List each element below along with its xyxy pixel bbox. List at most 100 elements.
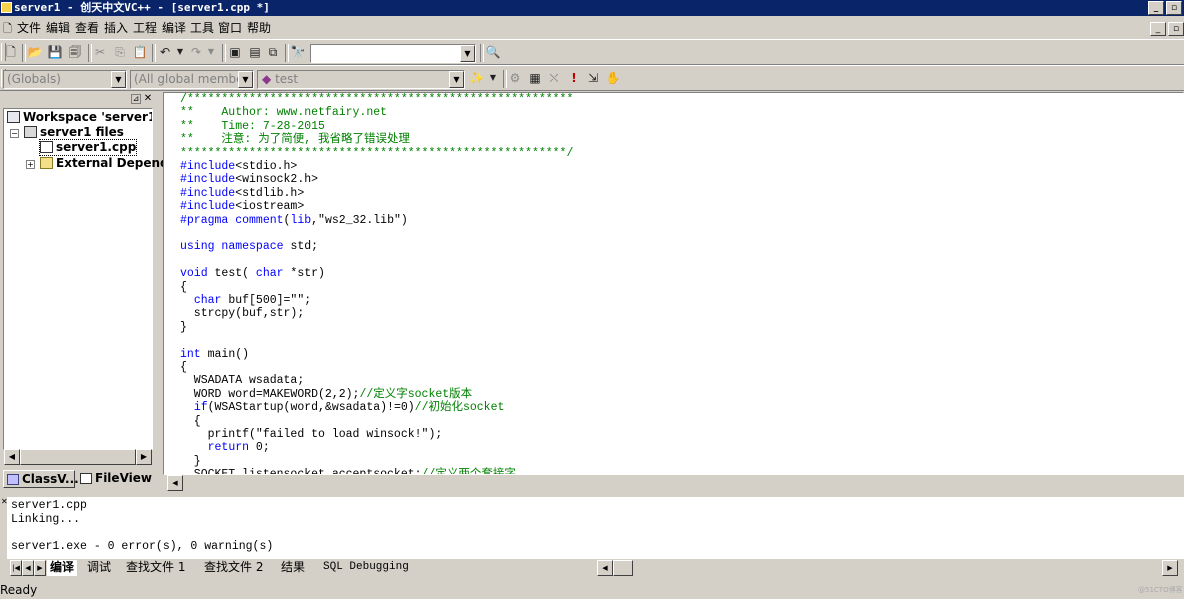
maximize-button[interactable]: ▫ bbox=[1166, 1, 1182, 15]
wizard-action-icon[interactable]: ✨ bbox=[469, 70, 485, 86]
menu-window[interactable]: 窗口 bbox=[218, 21, 242, 36]
code-line[interactable]: strcpy(buf,str); bbox=[180, 307, 304, 320]
code-line[interactable]: return 0; bbox=[180, 441, 270, 454]
save-icon[interactable]: 💾 bbox=[47, 44, 63, 60]
chevron-down-icon[interactable]: ▼ bbox=[449, 71, 464, 88]
editor-hscrollbar[interactable]: ◀ bbox=[163, 475, 1184, 491]
menu-edit[interactable]: 编辑 bbox=[46, 21, 70, 36]
code-line[interactable]: /***************************************… bbox=[180, 93, 573, 106]
scroll-left-icon[interactable]: ◀ bbox=[167, 475, 183, 491]
code-line[interactable]: #include<winsock2.h> bbox=[180, 173, 318, 186]
filter-combo[interactable]: (All global members ▼ bbox=[130, 70, 254, 89]
code-line[interactable]: #include<stdio.h> bbox=[180, 160, 297, 173]
redo-icon[interactable]: ↷ bbox=[188, 44, 204, 60]
scroll-right-icon[interactable]: ▶ bbox=[136, 449, 152, 465]
code-line[interactable]: void test( char *str) bbox=[180, 267, 325, 280]
panel-dock-icon[interactable]: ⊿ bbox=[131, 94, 141, 104]
code-line[interactable]: char buf[500]=""; bbox=[180, 294, 311, 307]
tab-sql-debugging[interactable]: SQL Debugging bbox=[323, 560, 409, 576]
close-icon[interactable]: ✕ bbox=[143, 94, 153, 104]
chevron-down-icon[interactable]: ▼ bbox=[111, 71, 126, 88]
tab-first-icon[interactable]: |◀ bbox=[10, 560, 22, 576]
class-combo[interactable]: (Globals) ▼ bbox=[3, 70, 127, 89]
window-list-icon[interactable]: ⧉ bbox=[265, 44, 281, 60]
code-line[interactable]: printf("failed to load winsock!"); bbox=[180, 428, 443, 441]
go-icon[interactable]: ⇲ bbox=[585, 70, 601, 86]
scroll-thumb[interactable] bbox=[20, 449, 136, 465]
mdi-minimize-button[interactable]: _ bbox=[1150, 22, 1166, 36]
expand-icon[interactable]: + bbox=[26, 160, 35, 169]
mdi-restore-button[interactable]: ▫ bbox=[1168, 22, 1184, 36]
tree-item-file[interactable]: server1.cpp bbox=[38, 139, 138, 156]
code-line[interactable]: { bbox=[180, 281, 187, 294]
tab-fileview[interactable]: FileView bbox=[77, 470, 152, 488]
menu-insert[interactable]: 插入 bbox=[104, 21, 128, 36]
member-combo[interactable]: ◆ test ▼ bbox=[257, 70, 465, 89]
paste-icon[interactable]: 📋 bbox=[132, 44, 148, 60]
code-line[interactable]: } bbox=[180, 321, 187, 334]
code-line[interactable]: #pragma comment(lib,"ws2_32.lib") bbox=[180, 214, 408, 227]
tree-hscrollbar[interactable]: ◀ ▶ bbox=[4, 449, 152, 465]
redo-dropdown-icon[interactable]: ▼ bbox=[203, 44, 219, 60]
tree-item-workspace[interactable]: Workspace 'server1': 1 bbox=[7, 110, 152, 125]
code-line[interactable]: { bbox=[180, 415, 201, 428]
tab-debug[interactable]: 调试 bbox=[87, 560, 111, 576]
scroll-left-icon[interactable]: ◀ bbox=[4, 449, 20, 465]
code-line[interactable]: int main() bbox=[180, 348, 249, 361]
code-line[interactable]: ****************************************… bbox=[180, 147, 573, 160]
wizard-action-dropdown-icon[interactable]: ▼ bbox=[485, 70, 501, 86]
minimize-button[interactable]: _ bbox=[1148, 1, 1164, 15]
code-line[interactable]: } bbox=[180, 455, 201, 468]
tab-find-in-files-2[interactable]: 查找文件 2 bbox=[204, 560, 263, 576]
code-line[interactable]: ** Time: 7-28-2015 bbox=[180, 120, 325, 133]
menu-build[interactable]: 编译 bbox=[162, 21, 186, 36]
open-folder-icon[interactable]: 📂 bbox=[27, 44, 43, 60]
workspace-toggle-icon[interactable]: ▣ bbox=[227, 44, 243, 60]
breakpoint-icon[interactable]: ✋ bbox=[605, 70, 621, 86]
new-file-icon[interactable]: 🗋 bbox=[3, 44, 19, 60]
tree-item-external[interactable]: External Depend bbox=[40, 156, 169, 171]
tab-prev-icon[interactable]: ◀ bbox=[22, 560, 34, 576]
menu-file[interactable]: 文件 bbox=[17, 21, 41, 36]
scroll-left-icon[interactable]: ◀ bbox=[597, 560, 613, 576]
collapse-icon[interactable]: − bbox=[10, 129, 19, 138]
cut-icon[interactable]: ✂ bbox=[92, 44, 108, 60]
find-combo[interactable]: ▼ bbox=[310, 44, 476, 63]
compile-icon[interactable]: ⚙ bbox=[507, 70, 523, 86]
doc-icon[interactable]: 🗋 bbox=[3, 21, 12, 36]
find-icon[interactable]: 🔍 bbox=[485, 44, 501, 60]
output-hscrollbar[interactable]: ◀ ▶ bbox=[597, 560, 1184, 576]
menu-help[interactable]: 帮助 bbox=[247, 21, 271, 36]
find-in-files-icon[interactable]: 🔭 bbox=[290, 44, 306, 60]
execute-icon[interactable]: ! bbox=[566, 70, 582, 86]
tab-find-in-files-1[interactable]: 查找文件 1 bbox=[126, 560, 185, 576]
copy-icon[interactable]: ⎘ bbox=[112, 44, 128, 60]
code-line[interactable]: WORD word=MAKEWORD(2,2);//定义字socket版本 bbox=[180, 388, 472, 401]
tree-item-project[interactable]: server1 files bbox=[24, 125, 124, 140]
code-editor[interactable]: /***************************************… bbox=[163, 92, 1184, 475]
code-line[interactable]: WSADATA wsadata; bbox=[180, 374, 304, 387]
menu-project[interactable]: 工程 bbox=[133, 21, 157, 36]
code-line[interactable]: SOCKET listensocket,acceptsocket;//定义两个套… bbox=[180, 468, 516, 474]
code-line[interactable]: using namespace std; bbox=[180, 240, 318, 253]
menu-view[interactable]: 查看 bbox=[75, 21, 99, 36]
build-icon[interactable]: ▦ bbox=[527, 70, 543, 86]
stop-build-icon[interactable]: ⛌ bbox=[546, 70, 562, 86]
tab-next-icon[interactable]: ▶ bbox=[34, 560, 46, 576]
undo-dropdown-icon[interactable]: ▼ bbox=[172, 44, 188, 60]
output-window[interactable]: server1.cpp Linking... server1.exe - 0 e… bbox=[7, 497, 1184, 559]
output-toggle-icon[interactable]: ▤ bbox=[247, 44, 263, 60]
chevron-down-icon[interactable]: ▼ bbox=[238, 71, 253, 88]
code-line[interactable]: #include<stdlib.h> bbox=[180, 187, 304, 200]
undo-icon[interactable]: ↶ bbox=[157, 44, 173, 60]
code-line[interactable]: #include<iostream> bbox=[180, 200, 304, 213]
chevron-down-icon[interactable]: ▼ bbox=[460, 45, 475, 62]
output-gripper[interactable]: ✕ bbox=[0, 493, 8, 575]
scroll-right-icon[interactable]: ▶ bbox=[1162, 560, 1178, 576]
tab-build[interactable]: 编译 bbox=[47, 560, 78, 576]
code-line[interactable]: ** 注意: 为了简便, 我省略了错误处理 bbox=[180, 133, 410, 146]
code-line[interactable]: { bbox=[180, 361, 187, 374]
tab-results[interactable]: 结果 bbox=[281, 560, 305, 576]
save-all-icon[interactable]: 🗐 bbox=[67, 44, 83, 60]
scroll-thumb[interactable] bbox=[613, 560, 633, 576]
